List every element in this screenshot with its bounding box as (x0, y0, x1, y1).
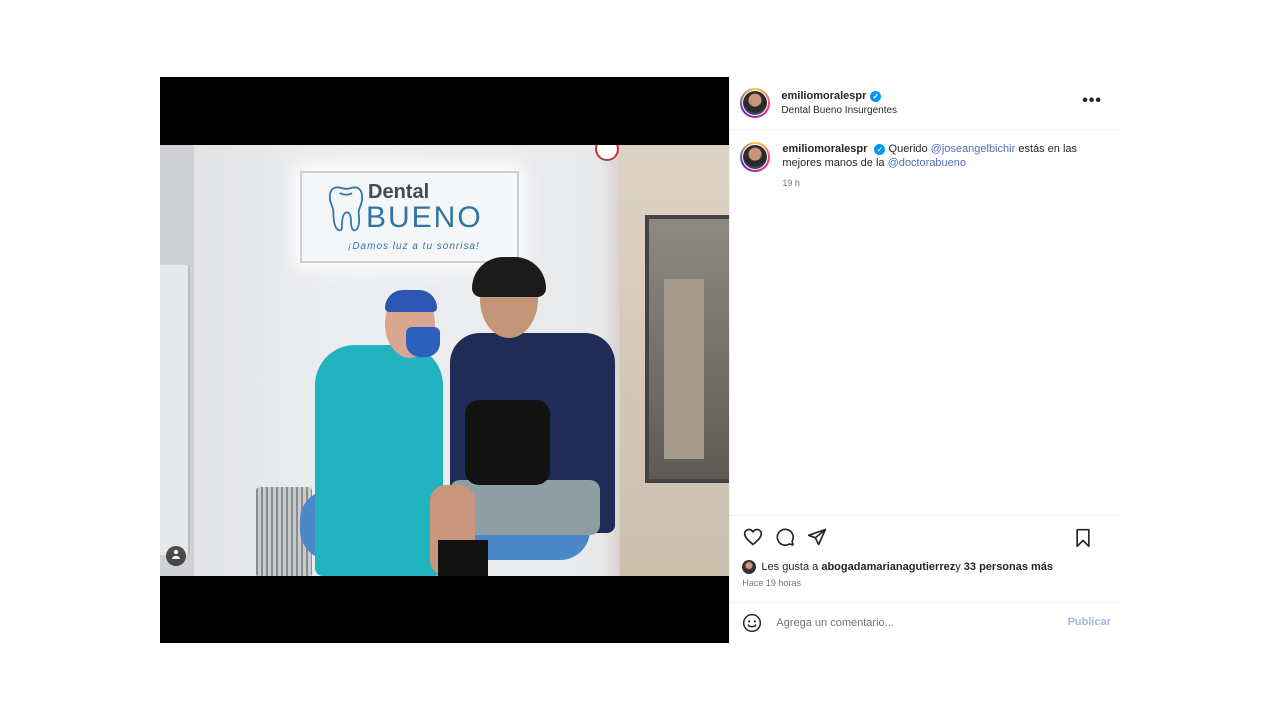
comment-input[interactable] (774, 616, 1049, 630)
share-icon[interactable] (806, 526, 828, 548)
verified-badge-icon: ✓ (870, 90, 882, 102)
likes-summary: Les gusta a abogadamarianagutierrez y 33… (730, 558, 1120, 576)
bookmark-icon[interactable] (1072, 527, 1094, 549)
window (645, 215, 730, 483)
publish-button[interactable]: Publicar (1068, 616, 1111, 628)
heart-icon[interactable] (742, 526, 764, 548)
sign-brand-main: BUENO (366, 201, 483, 234)
likes-others-link[interactable]: 33 personas más (964, 561, 1053, 573)
caption-username[interactable]: emiliomoralespr (782, 143, 867, 155)
user-tag-icon[interactable] (166, 546, 186, 566)
comments-area: emiliomoralespr ✓ Querido @joseangelbich… (730, 130, 1120, 515)
comment-composer: Publicar (730, 602, 1120, 643)
post-modal: 🦷︎ Dental BUENO ¡Damos luz a tu sonrisa! (160, 77, 1120, 643)
avatar[interactable] (740, 88, 771, 118)
post-header: emiliomoralespr ✓ Dental Bueno Insurgent… (730, 77, 1120, 130)
post-author-username[interactable]: emiliomoralespr (781, 90, 866, 102)
liker-username[interactable]: abogadamarianagutierrez (821, 561, 955, 573)
post-media: 🦷︎ Dental BUENO ¡Damos luz a tu sonrisa! (160, 77, 730, 643)
caption-timestamp[interactable]: 19 h (782, 176, 1082, 190)
post-photo: 🦷︎ Dental BUENO ¡Damos luz a tu sonrisa! (160, 145, 730, 576)
liker-avatar[interactable] (742, 560, 757, 574)
no-smoking-sign (595, 145, 619, 161)
clinic-sign: 🦷︎ Dental BUENO ¡Damos luz a tu sonrisa! (300, 171, 519, 263)
person-dentist (315, 345, 443, 576)
emoji-icon[interactable] (742, 613, 762, 633)
post-location[interactable]: Dental Bueno Insurgentes (781, 105, 897, 116)
caption-avatar[interactable] (740, 142, 771, 172)
arm-sling (465, 400, 550, 485)
action-bar (730, 515, 1120, 558)
sign-tagline: ¡Damos luz a tu sonrisa! (348, 241, 480, 252)
caption: emiliomoralespr ✓ Querido @joseangelbich… (740, 142, 1110, 190)
post-timestamp[interactable]: Hace 19 horas (730, 576, 1120, 592)
more-options-button[interactable]: ••• (1082, 92, 1102, 110)
mention-link[interactable]: @doctorabueno (888, 157, 966, 169)
verified-badge-icon: ✓ (874, 144, 886, 155)
caption-text-1: Querido (888, 143, 931, 155)
likes-prefix: Les gusta a (761, 561, 819, 573)
likes-middle: y (955, 561, 961, 573)
comment-icon[interactable] (774, 526, 796, 548)
mention-link[interactable]: @joseangelbichir (931, 143, 1016, 155)
post-sidebar: emiliomoralespr ✓ Dental Bueno Insurgent… (729, 77, 1120, 643)
